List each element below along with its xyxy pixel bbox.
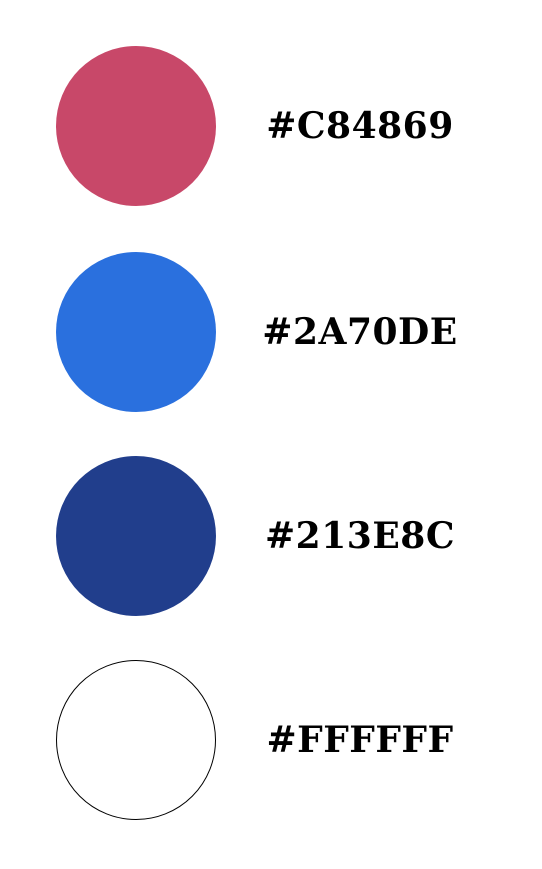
- swatch-row-3: #213E8C: [0, 456, 542, 616]
- color-palette: #C84869 #2A70DE #213E8C #FFFFFF: [0, 0, 542, 869]
- color-swatch-circle: [56, 46, 216, 206]
- swatch-row-2: #2A70DE: [0, 252, 542, 412]
- swatch-row-1: #C84869: [0, 46, 542, 206]
- color-hex-label: #FFFFFF: [266, 719, 454, 761]
- color-swatch-circle: [56, 252, 216, 412]
- color-hex-label: #2A70DE: [262, 311, 458, 353]
- color-swatch-circle: [56, 456, 216, 616]
- color-hex-label: #213E8C: [265, 515, 455, 557]
- swatch-row-4: #FFFFFF: [0, 660, 542, 820]
- color-hex-label: #C84869: [266, 105, 454, 147]
- color-swatch-circle: [56, 660, 216, 820]
